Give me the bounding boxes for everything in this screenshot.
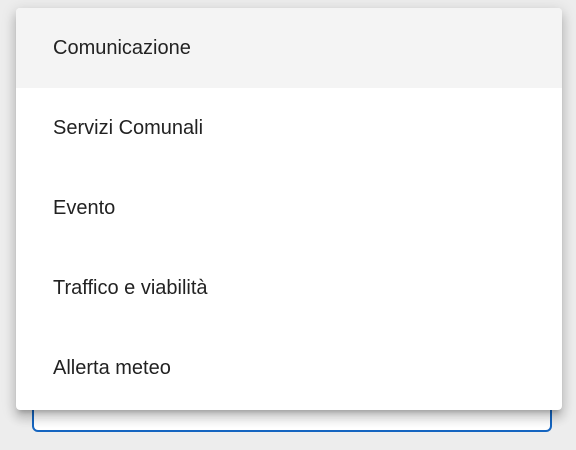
option-allerta-meteo[interactable]: Allerta meteo	[16, 328, 562, 408]
option-evento[interactable]: Evento	[16, 168, 562, 248]
option-traffico-e-viabilita[interactable]: Traffico e viabilità	[16, 248, 562, 328]
option-servizi-comunali[interactable]: Servizi Comunali	[16, 88, 562, 168]
dropdown-menu: Comunicazione Servizi Comunali Evento Tr…	[16, 8, 562, 410]
option-comunicazione[interactable]: Comunicazione	[16, 8, 562, 88]
